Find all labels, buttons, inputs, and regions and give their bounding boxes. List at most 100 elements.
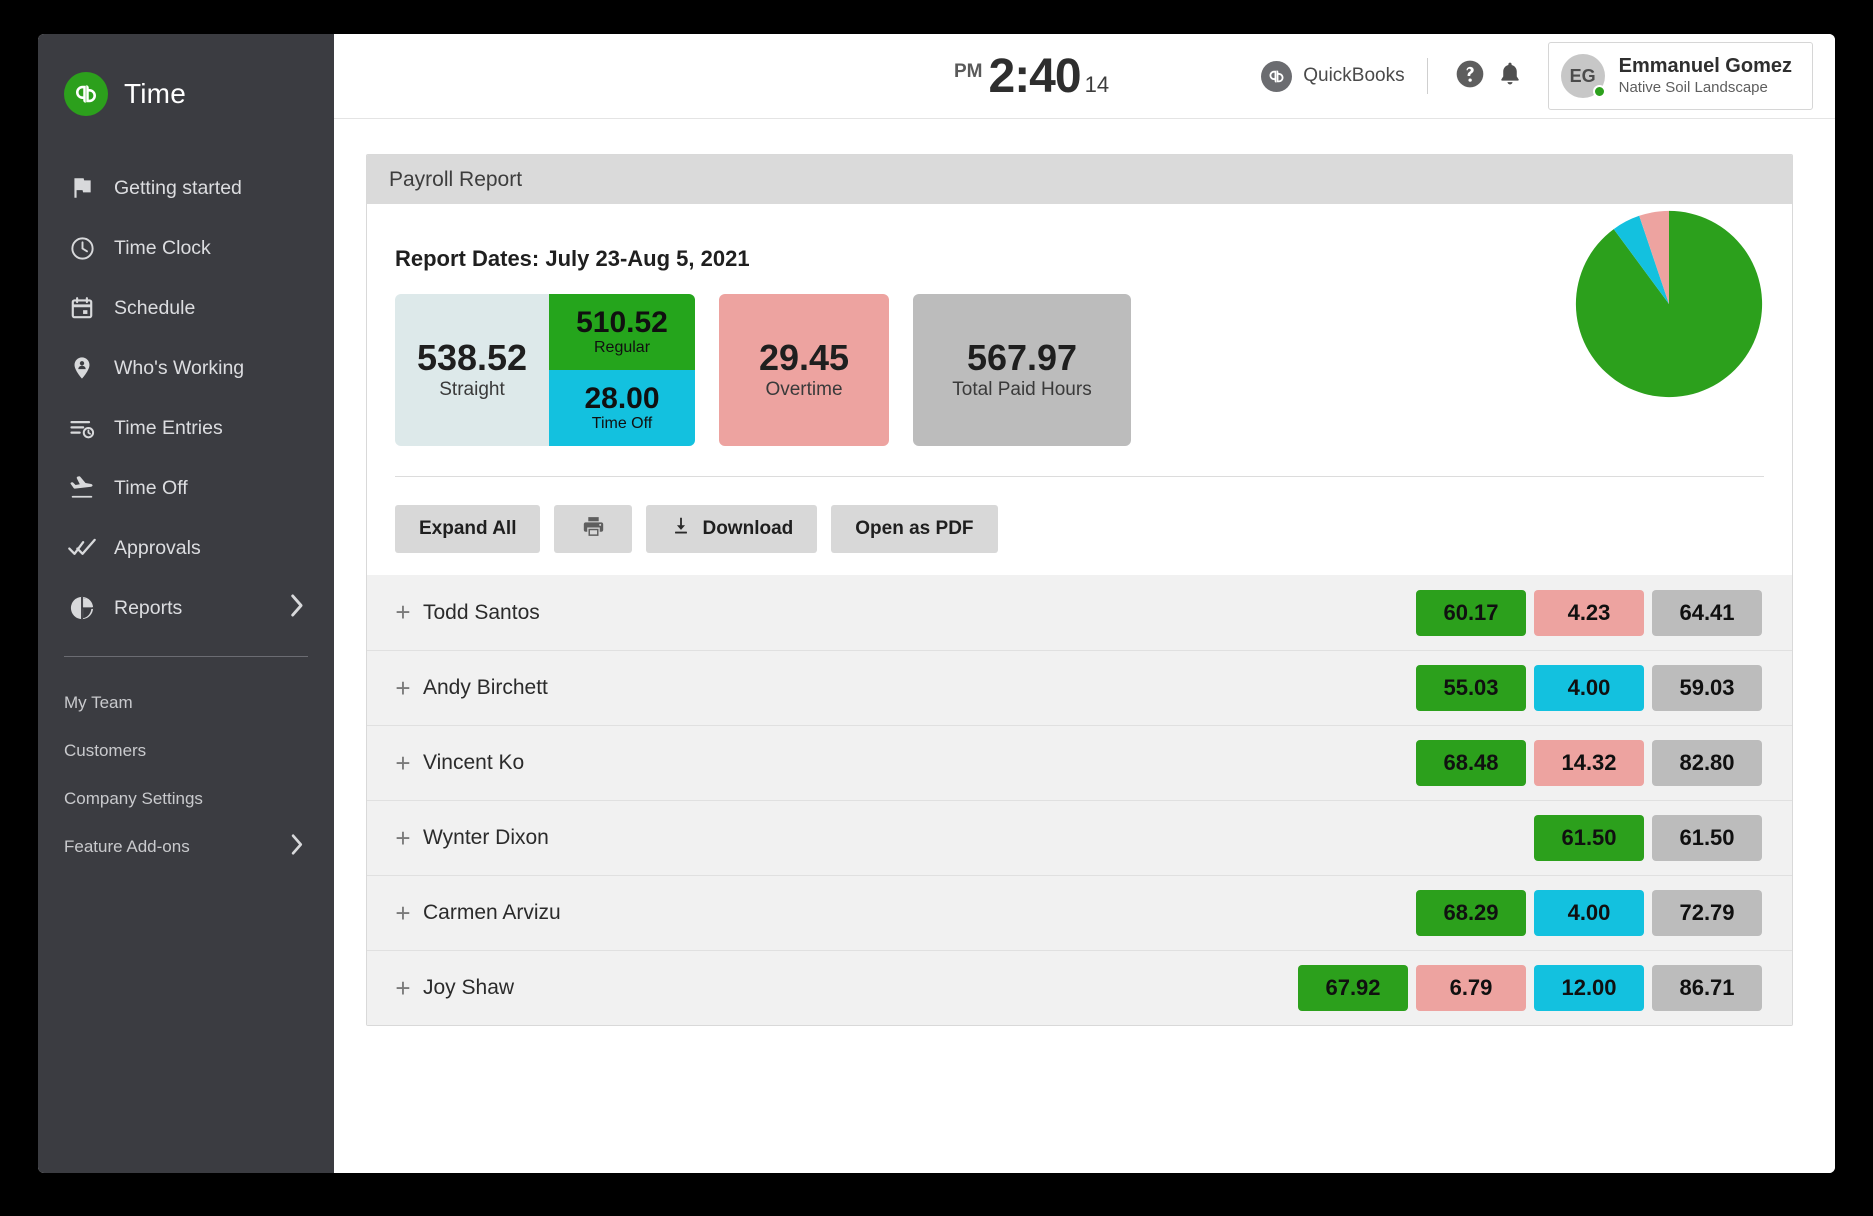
sidebar-item-time-clock[interactable]: Time Clock	[38, 218, 334, 278]
clock-ampm: PM	[954, 61, 983, 83]
plus-icon[interactable]: +	[389, 973, 417, 1004]
app-window: Time Getting started Time Clock Schedule	[38, 34, 1835, 1173]
clock-seconds: 14	[1085, 72, 1109, 98]
content-area: Payroll Report Report Dates: July 23-Aug…	[334, 119, 1835, 1173]
sidebar-item-label: Time Off	[114, 477, 188, 500]
hours-badge-overtime: 6.79	[1416, 965, 1526, 1011]
employee-name: Joy Shaw	[423, 976, 514, 1000]
open-as-pdf-button[interactable]: Open as PDF	[831, 505, 997, 553]
sidebar-item-time-off[interactable]: Time Off	[38, 458, 334, 518]
pie-chart-svg	[1574, 209, 1764, 399]
straight-breakdown: 510.52 Regular 28.00 Time Off	[549, 294, 695, 446]
hour-badges: 68.294.0072.79	[1416, 890, 1762, 936]
sidebar-item-whos-working[interactable]: Who's Working	[38, 338, 334, 398]
sidebar-item-my-team[interactable]: My Team	[38, 679, 334, 727]
clock-time: 2:40	[989, 49, 1081, 104]
time-off-cell: 28.00 Time Off	[549, 370, 695, 446]
sidebar-item-schedule[interactable]: Schedule	[38, 278, 334, 338]
clock-display: PM 2:40 14	[954, 49, 1109, 104]
summary-tiles: 538.52 Straight 510.52 Regular 28.00	[395, 294, 1764, 446]
pie-chart-icon	[64, 594, 100, 622]
notifications-button[interactable]	[1490, 56, 1530, 96]
sidebar-item-feature-add-ons[interactable]: Feature Add-ons	[38, 823, 334, 871]
hour-badges: 60.174.2364.41	[1416, 590, 1762, 636]
table-row[interactable]: +Carmen Arvizu68.294.0072.79	[367, 875, 1792, 950]
user-org: Native Soil Landscape	[1619, 78, 1792, 98]
plus-icon[interactable]: +	[389, 748, 417, 779]
hour-badges: 61.5061.50	[1534, 815, 1762, 861]
time-off-value: 28.00	[584, 383, 659, 415]
hours-badge-timeoff: 12.00	[1534, 965, 1644, 1011]
payroll-rows: +Todd Santos60.174.2364.41+Andy Birchett…	[367, 575, 1792, 1025]
hours-badge-timeoff: 4.00	[1534, 890, 1644, 936]
user-name: Emmanuel Gomez	[1619, 55, 1792, 78]
sidebar-sub-nav: My Team Customers Company Settings Featu…	[38, 679, 334, 871]
avatar: EG	[1561, 54, 1605, 98]
hour-badges: 68.4814.3282.80	[1416, 740, 1762, 786]
avatar-initials: EG	[1570, 66, 1596, 87]
regular-label: Regular	[594, 339, 650, 357]
calendar-icon	[64, 295, 100, 321]
sidebar-item-company-settings[interactable]: Company Settings	[38, 775, 334, 823]
print-button[interactable]	[554, 505, 632, 553]
table-row[interactable]: +Joy Shaw 67.926.7912.0086.71	[367, 950, 1792, 1025]
download-button[interactable]: Download	[646, 505, 817, 553]
sidebar-item-approvals[interactable]: Approvals	[38, 518, 334, 578]
sidebar-item-label: Time Entries	[114, 417, 223, 440]
plus-icon[interactable]: +	[389, 673, 417, 704]
chevron-right-icon	[289, 594, 306, 623]
airplane-icon	[64, 474, 100, 502]
quickbooks-link[interactable]: QuickBooks	[1261, 61, 1404, 92]
hours-badge-total: 61.50	[1652, 815, 1762, 861]
hours-badge-overtime: 4.23	[1534, 590, 1644, 636]
table-row[interactable]: +Todd Santos60.174.2364.41	[367, 575, 1792, 650]
card-header: Payroll Report	[367, 155, 1792, 204]
table-row[interactable]: +Andy Birchett 55.034.0059.03	[367, 650, 1792, 725]
sidebar-item-getting-started[interactable]: Getting started	[38, 158, 334, 218]
expand-all-button[interactable]: Expand All	[395, 505, 540, 553]
payroll-report-card: Payroll Report Report Dates: July 23-Aug…	[366, 154, 1793, 1026]
help-button[interactable]	[1450, 56, 1490, 96]
page-title: Payroll Report	[389, 168, 522, 192]
plus-icon[interactable]: +	[389, 823, 417, 854]
quickbooks-label: QuickBooks	[1303, 65, 1404, 87]
sidebar-item-label: Approvals	[114, 537, 201, 560]
bell-icon	[1496, 60, 1524, 93]
hours-badge-timeoff: 4.00	[1534, 665, 1644, 711]
hours-badge-overtime: 14.32	[1534, 740, 1644, 786]
total-paid-hours-tile: 567.97 Total Paid Hours	[913, 294, 1131, 446]
sidebar-sub-label: Company Settings	[64, 789, 203, 809]
user-meta: Emmanuel Gomez Native Soil Landscape	[1619, 55, 1792, 98]
employee-name: Vincent Ko	[423, 751, 524, 775]
straight-value: 538.52	[417, 339, 527, 377]
sidebar-item-time-entries[interactable]: Time Entries	[38, 398, 334, 458]
straight-total: 538.52 Straight	[395, 294, 549, 446]
table-row[interactable]: +Vincent Ko 68.4814.3282.80	[367, 725, 1792, 800]
sidebar-item-customers[interactable]: Customers	[38, 727, 334, 775]
hour-badges: 67.926.7912.0086.71	[1298, 965, 1762, 1011]
hours-badge-total: 72.79	[1652, 890, 1762, 936]
employee-name: Wynter Dixon	[423, 826, 549, 850]
brand[interactable]: Time	[38, 62, 334, 126]
plus-icon[interactable]: +	[389, 597, 417, 628]
main-area: PM 2:40 14 QuickBooks	[334, 34, 1835, 1173]
topbar: PM 2:40 14 QuickBooks	[334, 34, 1835, 119]
quickbooks-qb-icon	[64, 72, 108, 116]
sidebar-sub-label: Feature Add-ons	[64, 837, 190, 857]
hour-badges: 55.034.0059.03	[1416, 665, 1762, 711]
straight-tile: 538.52 Straight 510.52 Regular 28.00	[395, 294, 695, 446]
printer-icon	[581, 514, 606, 545]
sidebar-item-label: Schedule	[114, 297, 195, 320]
hours-badge-regular: 60.17	[1416, 590, 1526, 636]
sidebar: Time Getting started Time Clock Schedule	[38, 34, 334, 1173]
overtime-tile: 29.45 Overtime	[719, 294, 889, 446]
table-row[interactable]: +Wynter Dixon 61.5061.50	[367, 800, 1792, 875]
plus-icon[interactable]: +	[389, 898, 417, 929]
chevron-right-icon	[289, 834, 306, 861]
report-dates: Report Dates: July 23-Aug 5, 2021	[395, 246, 1764, 272]
sidebar-item-reports[interactable]: Reports	[38, 578, 334, 638]
employee-name: Andy Birchett	[423, 676, 548, 700]
user-menu[interactable]: EG Emmanuel Gomez Native Soil Landscape	[1548, 42, 1813, 110]
total-value: 567.97	[967, 339, 1077, 377]
hours-badge-total: 86.71	[1652, 965, 1762, 1011]
